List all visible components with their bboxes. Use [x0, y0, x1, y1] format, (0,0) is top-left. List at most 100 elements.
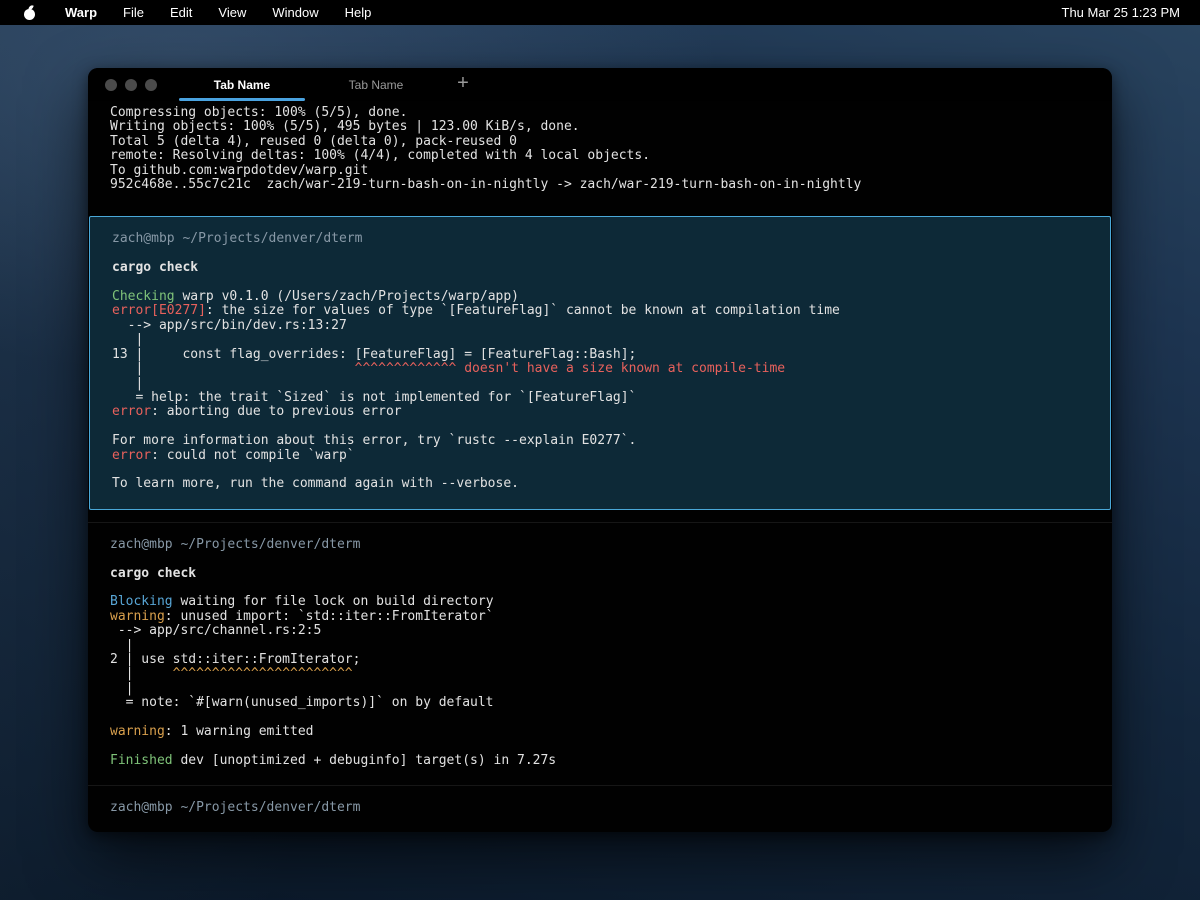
text-run: warp v0.1.0 (/Users/zach/Projects/warp/a…: [175, 289, 519, 304]
text-run: = note: `#[warn(unused_imports)]` on by …: [110, 695, 494, 710]
terminal-line: Total 5 (delta 4), reused 0 (delta 0), p…: [110, 135, 1090, 149]
text-run: |: [112, 376, 143, 391]
text-run: : the size for values of type `[FeatureF…: [206, 303, 840, 318]
terminal-line: To learn more, run the command again wit…: [112, 477, 1088, 491]
terminal-line: 13 | const flag_overrides: [FeatureFlag]…: [112, 348, 1088, 362]
terminal-line: [110, 711, 1090, 725]
terminal-line: Blocking waiting for file lock on build …: [110, 595, 1090, 609]
text-run: error: [112, 448, 151, 463]
desktop-wallpaper: Warp File Edit View Window Help Thu Mar …: [0, 0, 1200, 900]
text-run: Writing objects: 100% (5/5), 495 bytes |…: [110, 119, 580, 134]
tab-active[interactable]: Tab Name: [175, 68, 309, 101]
prompt: zach@mbp ~/Projects/denver/dterm: [110, 537, 360, 552]
text-run: 2 | use std::iter::FromIterator;: [110, 652, 360, 667]
menu-item-edit[interactable]: Edit: [170, 5, 192, 20]
text-run: --> app/src/channel.rs:2:5: [110, 623, 321, 638]
text-run: |: [110, 666, 133, 681]
tab-inactive-label: Tab Name: [349, 78, 404, 92]
terminal-scroll[interactable]: Compressing objects: 100% (5/5), done.Wr…: [88, 101, 1112, 832]
text-run: |: [110, 638, 133, 653]
zoom-window-button[interactable]: [145, 79, 157, 91]
tab-active-label: Tab Name: [214, 78, 270, 92]
terminal-line: [112, 276, 1088, 290]
menu-item-window[interactable]: Window: [272, 5, 318, 20]
text-run: : 1 warning emitted: [165, 724, 314, 739]
terminal-line: [110, 581, 1090, 595]
tab-inactive[interactable]: Tab Name: [309, 68, 443, 101]
terminal-line: error: could not compile `warp`: [112, 449, 1088, 463]
terminal-line: | ^^^^^^^^^^^^^^^^^^^^^^^: [110, 667, 1090, 681]
terminal-line: For more information about this error, t…: [112, 434, 1088, 448]
menu-item-file[interactable]: File: [123, 5, 144, 20]
menu-item-view[interactable]: View: [218, 5, 246, 20]
cargo-check-warning-block[interactable]: zach@mbp ~/Projects/denver/dterm cargo c…: [88, 522, 1112, 786]
text-run: = help: the trait `Sized` is not impleme…: [112, 390, 636, 405]
text-run: : could not compile `warp`: [151, 448, 355, 463]
menu-bar-clock[interactable]: Thu Mar 25 1:23 PM: [1062, 5, 1181, 20]
empty-prompt-block[interactable]: zach@mbp ~/Projects/denver/dterm: [88, 785, 1112, 832]
terminal-line: cargo check: [112, 261, 1088, 275]
text-run: error[E0277]: [112, 303, 206, 318]
terminal-line: --> app/src/bin/dev.rs:13:27: [112, 319, 1088, 333]
terminal-line: Finished dev [unoptimized + debuginfo] t…: [110, 754, 1090, 768]
command: cargo check: [110, 566, 196, 581]
text-run: --> app/src/bin/dev.rs:13:27: [112, 318, 347, 333]
text-run: For more information about this error, t…: [112, 433, 636, 448]
terminal-line: error: aborting due to previous error: [112, 405, 1088, 419]
text-run: : aborting due to previous error: [151, 404, 401, 419]
apple-body-shape: [24, 9, 35, 20]
new-tab-button[interactable]: +: [443, 68, 483, 101]
text-run: waiting for file lock on build directory: [173, 594, 494, 609]
text-run: ^^^^^^^^^^^^^^^^^^^^^^^: [133, 666, 352, 681]
terminal-line: zach@mbp ~/Projects/denver/dterm: [110, 538, 1090, 552]
text-run: 13 | const flag_overrides: [FeatureFlag]…: [112, 347, 636, 362]
terminal-line: --> app/src/channel.rs:2:5: [110, 624, 1090, 638]
terminal-line: | ^^^^^^^^^^^^^ doesn't have a size know…: [112, 362, 1088, 376]
terminal-line: [112, 247, 1088, 261]
terminal-line: warning: unused import: `std::iter::From…: [110, 610, 1090, 624]
text-run: Checking: [112, 289, 175, 304]
text-run: To github.com:warpdotdev/warp.git: [110, 163, 368, 178]
terminal-line: 952c468e..55c7c21c zach/war-219-turn-bas…: [110, 178, 1090, 192]
text-run: warning: [110, 609, 165, 624]
minimize-window-button[interactable]: [125, 79, 137, 91]
git-push-output: Compressing objects: 100% (5/5), done.Wr…: [88, 101, 1112, 204]
text-run: |: [110, 681, 133, 696]
warp-terminal-window: Tab Name Tab Name + Compressing objects:…: [88, 68, 1112, 832]
text-run: Compressing objects: 100% (5/5), done.: [110, 105, 407, 120]
menu-item-help[interactable]: Help: [345, 5, 372, 20]
terminal-line: |: [110, 682, 1090, 696]
terminal-line: remote: Resolving deltas: 100% (4/4), co…: [110, 149, 1090, 163]
terminal-line: error[E0277]: the size for values of typ…: [112, 304, 1088, 318]
text-run: |: [112, 332, 143, 347]
terminal-line: zach@mbp ~/Projects/denver/dterm: [110, 801, 1090, 815]
text-run: 952c468e..55c7c21c zach/war-219-turn-bas…: [110, 177, 861, 192]
text-run: ^^^^^^^^^^^^^ doesn't have a size known …: [143, 361, 785, 376]
terminal-line: [112, 420, 1088, 434]
tab-bar: Tab Name Tab Name +: [88, 68, 1112, 101]
text-run: remote: Resolving deltas: 100% (4/4), co…: [110, 148, 650, 163]
terminal-line: |: [112, 377, 1088, 391]
text-run: error: [112, 404, 151, 419]
terminal-line: [110, 552, 1090, 566]
terminal-line: zach@mbp ~/Projects/denver/dterm: [112, 232, 1088, 246]
cargo-check-error-block[interactable]: zach@mbp ~/Projects/denver/dterm cargo c…: [89, 216, 1111, 509]
terminal-line: [110, 739, 1090, 753]
terminal-line: |: [110, 639, 1090, 653]
menu-bar: Warp File Edit View Window Help Thu Mar …: [0, 0, 1200, 25]
text-run: warning: [110, 724, 165, 739]
menu-item-warp[interactable]: Warp: [65, 5, 97, 20]
terminal-line: = help: the trait `Sized` is not impleme…: [112, 391, 1088, 405]
text-run: To learn more, run the command again wit…: [112, 476, 519, 491]
close-window-button[interactable]: [105, 79, 117, 91]
text-run: Blocking: [110, 594, 173, 609]
terminal-line: Checking warp v0.1.0 (/Users/zach/Projec…: [112, 290, 1088, 304]
terminal-line: 2 | use std::iter::FromIterator;: [110, 653, 1090, 667]
terminal-line: Compressing objects: 100% (5/5), done.: [110, 106, 1090, 120]
apple-menu-icon[interactable]: [22, 6, 38, 20]
terminal-line: [110, 816, 1090, 830]
window-controls: [88, 68, 175, 101]
text-run: Total 5 (delta 4), reused 0 (delta 0), p…: [110, 134, 517, 149]
text-run: |: [112, 361, 143, 376]
text-run: Finished: [110, 753, 173, 768]
